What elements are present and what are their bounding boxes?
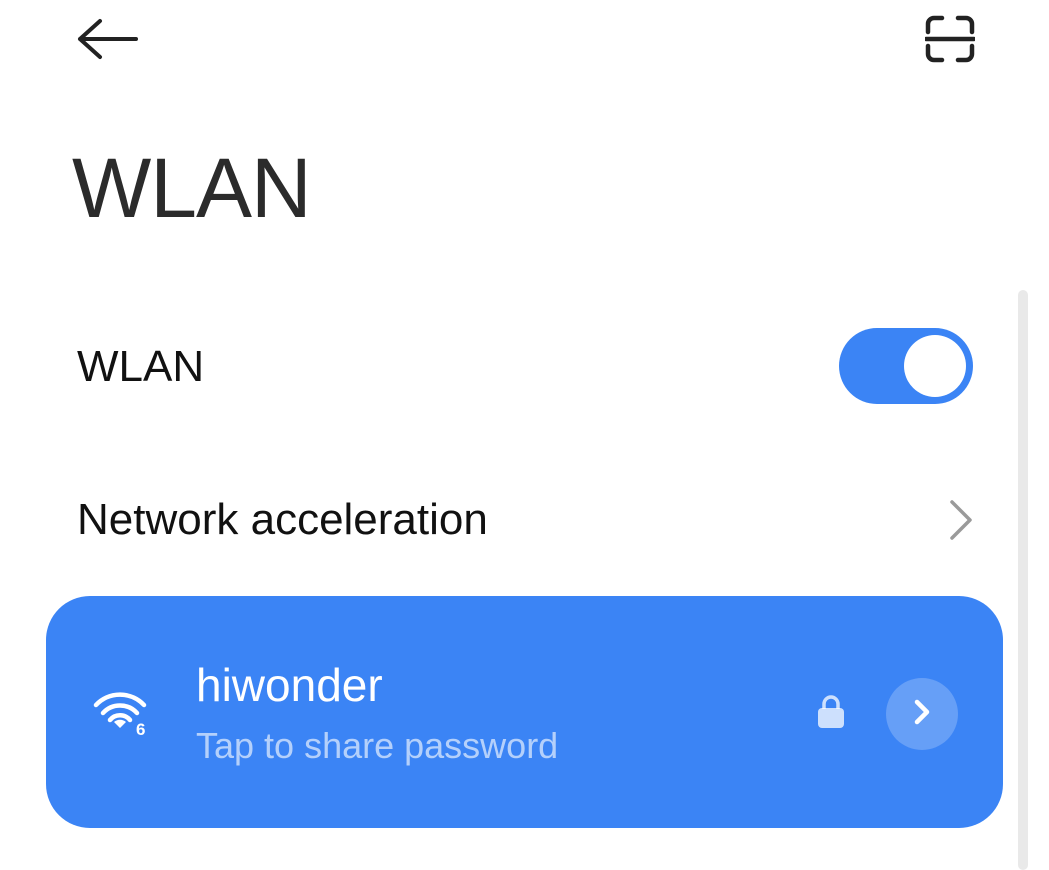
connected-network-card[interactable]: 6 hiwonder Tap to share password — [46, 596, 1003, 828]
network-acceleration-row[interactable]: Network acceleration — [0, 478, 1010, 562]
wlan-toggle-row[interactable]: WLAN — [0, 322, 1010, 412]
network-subtitle: Tap to share password — [196, 725, 559, 766]
scrollbar[interactable] — [1018, 290, 1028, 870]
arrow-left-icon — [76, 17, 140, 66]
lock-icon — [816, 694, 846, 730]
back-button[interactable] — [72, 14, 144, 68]
chevron-right-icon — [940, 498, 980, 542]
wifi-6-signal-icon: 6 — [92, 688, 156, 739]
network-details-button[interactable] — [886, 678, 958, 750]
network-name: hiwonder — [196, 659, 383, 711]
network-acceleration-label: Network acceleration — [77, 495, 488, 544]
wlan-toggle-label: WLAN — [77, 342, 205, 391]
chevron-right-icon — [910, 698, 934, 731]
wifi-badge: 6 — [136, 720, 145, 736]
wlan-toggle-switch[interactable] — [839, 328, 973, 404]
page-title: WLAN — [72, 141, 312, 235]
toggle-knob — [904, 335, 966, 397]
scan-qr-icon — [923, 15, 977, 68]
scan-button[interactable] — [918, 12, 982, 70]
